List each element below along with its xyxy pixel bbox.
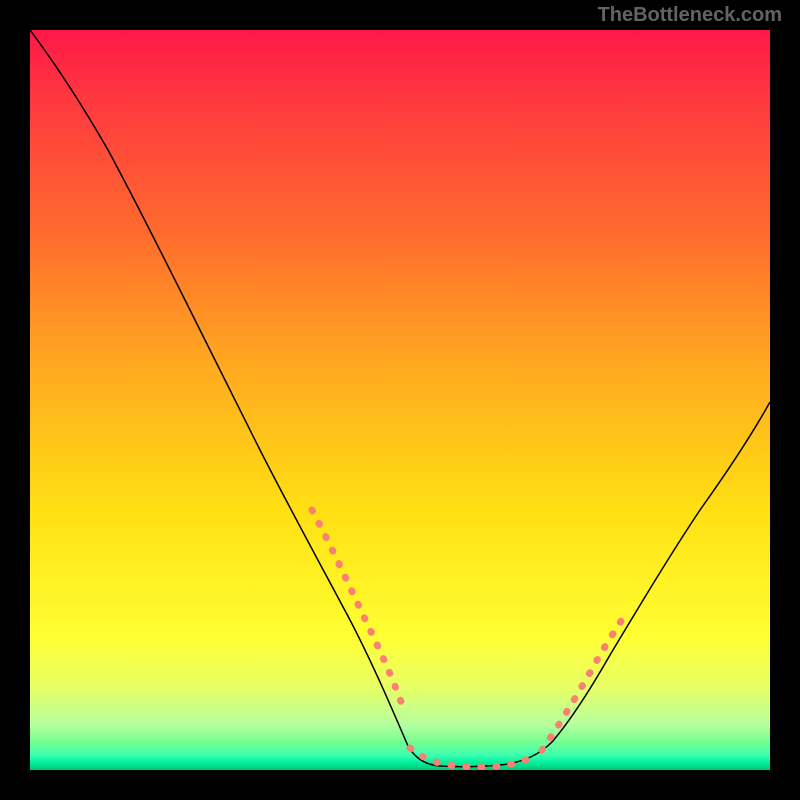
gradient-fill — [30, 30, 770, 770]
watermark: TheBottleneck.com — [598, 4, 782, 27]
chart-frame: TheBottleneck.com — [0, 0, 800, 800]
plot-area — [30, 30, 770, 770]
